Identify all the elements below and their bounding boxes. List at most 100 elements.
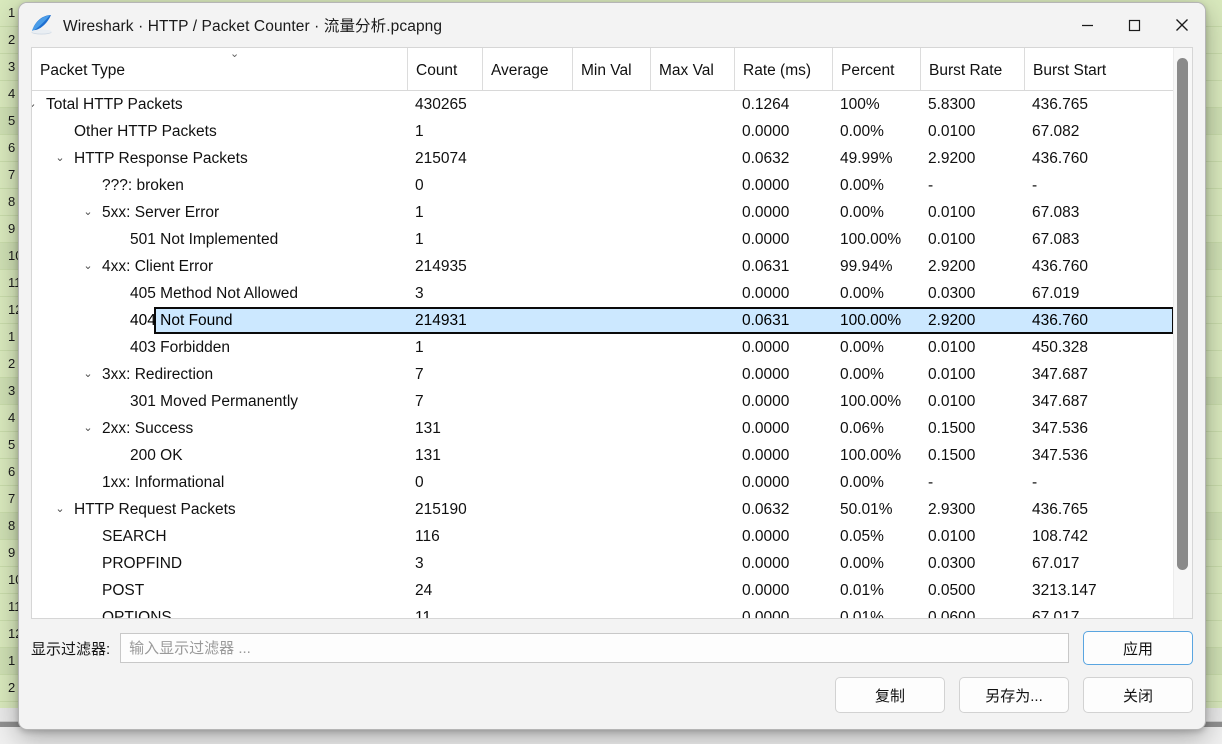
table-row[interactable]: ⌄ 4xx: Client Error 214935 0.0631 99.94% 2.92… bbox=[32, 253, 1192, 280]
cell-burststart: 67.083 bbox=[1032, 231, 1080, 248]
cell-burstrate: - bbox=[928, 177, 934, 194]
dialog-titlebar[interactable]: Wireshark · HTTP / Packet Counter · 流量分析… bbox=[19, 3, 1205, 47]
cell-burststart: 67.017 bbox=[1032, 609, 1080, 618]
cell-burstrate: 0.0300 bbox=[928, 555, 976, 572]
chevron-down-icon[interactable]: ⌄ bbox=[52, 145, 68, 172]
table-row[interactable]: 301 Moved Permanently 7 0.0000 100.00% 0.010… bbox=[32, 388, 1192, 415]
packet-counter-table: ⌄ Packet Type Count Average Min Val Max Val R… bbox=[31, 47, 1193, 619]
table-row[interactable]: 501 Not Implemented 1 0.0000 100.00% 0.0100 6… bbox=[32, 226, 1192, 253]
cell-burststart: 108.742 bbox=[1032, 528, 1089, 545]
cell-rate: 0.0000 bbox=[742, 555, 790, 572]
cell-name: 501 Not Implemented bbox=[130, 231, 279, 248]
cell-count: 1 bbox=[415, 231, 424, 248]
cell-percent: 0.00% bbox=[840, 204, 884, 221]
table-row[interactable]: SEARCH 116 0.0000 0.05% 0.0100 108.742 bbox=[32, 523, 1192, 550]
close-button[interactable] bbox=[1158, 3, 1205, 47]
table-row[interactable]: ⌄ 2xx: Success 131 0.0000 0.06% 0.1500 347.536 bbox=[32, 415, 1192, 442]
cell-count: 7 bbox=[415, 366, 424, 383]
cell-burststart: 67.017 bbox=[1032, 555, 1080, 572]
cell-percent: 100.00% bbox=[840, 312, 902, 329]
cell-burstrate: 2.9200 bbox=[928, 258, 976, 275]
cell-rate: 0.0000 bbox=[742, 177, 790, 194]
cell-name: HTTP Request Packets bbox=[74, 501, 236, 518]
table-row[interactable]: ⌄ HTTP Response Packets 215074 0.0632 49.99%… bbox=[32, 145, 1192, 172]
cell-burststart: 436.760 bbox=[1032, 150, 1089, 167]
table-row[interactable]: Other HTTP Packets 1 0.0000 0.00% 0.0100 67.0… bbox=[32, 118, 1192, 145]
table-body[interactable]: ⌄ Total HTTP Packets 430265 0.1264 100% 5.830… bbox=[32, 91, 1192, 618]
chevron-down-icon[interactable]: ⌄ bbox=[80, 253, 96, 280]
table-row[interactable]: 404 Not Found 214931 0.0631 100.00% 2.9200 43… bbox=[32, 307, 1192, 334]
column-header-rate[interactable]: Rate (ms) bbox=[734, 48, 832, 90]
cell-burstrate: 0.1500 bbox=[928, 420, 976, 437]
cell-burststart: 347.687 bbox=[1032, 393, 1089, 410]
column-header-burstrate[interactable]: Burst Rate bbox=[920, 48, 1024, 90]
chevron-down-icon[interactable]: ⌄ bbox=[80, 361, 96, 388]
cell-rate: 0.0000 bbox=[742, 609, 790, 618]
cell-burstrate: 2.9200 bbox=[928, 312, 976, 329]
chevron-down-icon[interactable]: ⌄ bbox=[52, 496, 68, 523]
cell-name: 200 OK bbox=[130, 447, 183, 464]
cell-count: 7 bbox=[415, 393, 424, 410]
cell-percent: 0.01% bbox=[840, 609, 884, 618]
table-row[interactable]: ⌄ 5xx: Server Error 1 0.0000 0.00% 0.0100 67.0… bbox=[32, 199, 1192, 226]
column-header-count[interactable]: Count bbox=[407, 48, 482, 90]
cell-burststart: 67.082 bbox=[1032, 123, 1080, 140]
column-header-min[interactable]: Min Val bbox=[572, 48, 650, 90]
table-row[interactable]: ⌄ HTTP Request Packets 215190 0.0632 50.01% 2… bbox=[32, 496, 1192, 523]
cell-name: POST bbox=[102, 582, 145, 599]
apply-button[interactable]: 应用 bbox=[1083, 631, 1193, 665]
cell-count: 0 bbox=[415, 177, 424, 194]
chevron-down-icon[interactable]: ⌄ bbox=[32, 91, 40, 118]
cell-rate: 0.0000 bbox=[742, 393, 790, 410]
column-header-name[interactable]: Packet Type bbox=[32, 48, 407, 90]
display-filter-input[interactable] bbox=[120, 633, 1069, 663]
table-vertical-scrollbar[interactable] bbox=[1173, 48, 1192, 618]
save-as-button[interactable]: 另存为... bbox=[959, 677, 1069, 713]
cell-burstrate: 0.0100 bbox=[928, 528, 976, 545]
table-row[interactable]: POST 24 0.0000 0.01% 0.0500 3213.147 bbox=[32, 577, 1192, 604]
cell-rate: 0.0000 bbox=[742, 582, 790, 599]
column-header-burststart[interactable]: Burst Start bbox=[1024, 48, 1184, 90]
cell-burstrate: 0.0100 bbox=[928, 339, 976, 356]
table-row[interactable]: 1xx: Informational 0 0.0000 0.00% - - bbox=[32, 469, 1192, 496]
table-row[interactable]: 200 OK 131 0.0000 100.00% 0.1500 347.536 bbox=[32, 442, 1192, 469]
table-row[interactable]: 403 Forbidden 1 0.0000 0.00% 0.0100 450.328 bbox=[32, 334, 1192, 361]
column-header-percent[interactable]: Percent bbox=[832, 48, 920, 90]
cell-burststart: 436.760 bbox=[1032, 258, 1089, 275]
table-row[interactable]: OPTIONS 11 0.0000 0.01% 0.0600 67.017 bbox=[32, 604, 1192, 618]
cell-percent: 0.00% bbox=[840, 123, 884, 140]
table-row[interactable]: ⌄ 3xx: Redirection 7 0.0000 0.00% 0.0100 347.6… bbox=[32, 361, 1192, 388]
cell-percent: 0.01% bbox=[840, 582, 884, 599]
cell-rate: 0.0000 bbox=[742, 420, 790, 437]
column-header-average[interactable]: Average bbox=[482, 48, 572, 90]
cell-percent: 100.00% bbox=[840, 231, 902, 248]
table-row[interactable]: 405 Method Not Allowed 3 0.0000 0.00% 0.0300… bbox=[32, 280, 1192, 307]
chevron-down-icon[interactable]: ⌄ bbox=[80, 415, 96, 442]
table-row[interactable]: ⌄ Total HTTP Packets 430265 0.1264 100% 5.830… bbox=[32, 91, 1192, 118]
close-dialog-button[interactable]: 关闭 bbox=[1083, 677, 1193, 713]
cell-percent: 0.00% bbox=[840, 285, 884, 302]
table-row[interactable]: PROPFIND 3 0.0000 0.00% 0.0300 67.017 bbox=[32, 550, 1192, 577]
wireshark-fin-icon bbox=[29, 12, 55, 38]
cell-burstrate: 2.9300 bbox=[928, 501, 976, 518]
cell-rate: 0.0632 bbox=[742, 150, 790, 167]
cell-burstrate: 2.9200 bbox=[928, 150, 976, 167]
cell-count: 215190 bbox=[415, 501, 467, 518]
cell-percent: 100.00% bbox=[840, 393, 902, 410]
cell-rate: 0.0000 bbox=[742, 474, 790, 491]
scrollbar-thumb[interactable] bbox=[1177, 58, 1188, 570]
cell-name: 405 Method Not Allowed bbox=[130, 285, 299, 302]
cell-name: 5xx: Server Error bbox=[102, 204, 220, 221]
copy-button[interactable]: 复制 bbox=[835, 677, 945, 713]
maximize-button[interactable] bbox=[1111, 3, 1158, 47]
column-header-max[interactable]: Max Val bbox=[650, 48, 734, 90]
cell-count: 214931 bbox=[415, 312, 467, 329]
minimize-button[interactable] bbox=[1064, 3, 1111, 47]
cell-burststart: - bbox=[1032, 474, 1038, 491]
table-row[interactable]: ???: broken 0 0.0000 0.00% - - bbox=[32, 172, 1192, 199]
cell-count: 215074 bbox=[415, 150, 467, 167]
cell-name: PROPFIND bbox=[102, 555, 183, 572]
chevron-down-icon[interactable]: ⌄ bbox=[80, 199, 96, 226]
cell-burststart: 67.019 bbox=[1032, 285, 1080, 302]
cell-rate: 0.0632 bbox=[742, 501, 790, 518]
